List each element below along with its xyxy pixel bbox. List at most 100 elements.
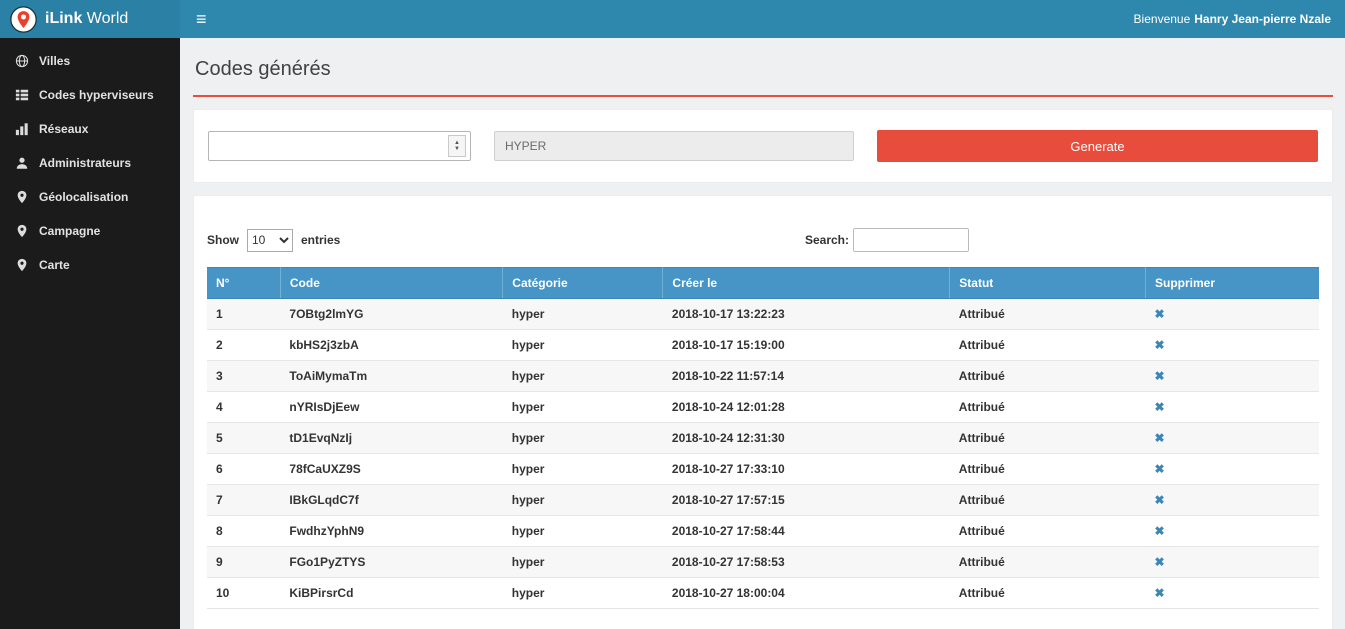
cell-code: kbHS2j3zbA	[280, 330, 502, 361]
cell-num: 10	[207, 578, 280, 609]
sidebar-item-reseaux[interactable]: Réseaux	[0, 112, 180, 146]
table-row: 3ToAiMymaTmhyper2018-10-22 11:57:14Attri…	[207, 361, 1319, 392]
main-content: Codes générés ▲ ▼ Generate Show 10 entri…	[180, 38, 1345, 629]
sidebar-item-geolocalisation[interactable]: Géolocalisation	[0, 180, 180, 214]
user-name[interactable]: Hanry Jean-pierre Nzale	[1194, 12, 1331, 26]
sidebar-item-label: Administrateurs	[39, 156, 131, 170]
cell-delete: ✖	[1146, 578, 1320, 609]
delete-icon[interactable]: ✖	[1155, 369, 1165, 383]
column-header-statut[interactable]: Statut	[950, 268, 1146, 299]
top-bar: iLink World ≡ Bienvenue Hanry Jean-pierr…	[0, 0, 1345, 38]
table-row: 10KiBPirsrCdhyper2018-10-27 18:00:04Attr…	[207, 578, 1319, 609]
sidebar-item-codes-hyperviseurs[interactable]: Codes hyperviseurs	[0, 78, 180, 112]
cell-code: FwdhzYphN9	[280, 516, 502, 547]
cell-status: Attribué	[950, 392, 1146, 423]
table-controls: Show 10 entries Search:	[207, 228, 1319, 252]
sidebar-item-campagne[interactable]: Campagne	[0, 214, 180, 248]
cell-code: tD1EvqNzIj	[280, 423, 502, 454]
cell-num: 6	[207, 454, 280, 485]
sidebar-item-carte[interactable]: Carte	[0, 248, 180, 282]
show-label: Show	[207, 233, 239, 247]
generate-button[interactable]: Generate	[877, 130, 1318, 162]
table-header-row: N° Code Catégorie Créer le Statut Suppri…	[207, 268, 1319, 299]
delete-icon[interactable]: ✖	[1155, 586, 1165, 600]
title-divider	[193, 95, 1333, 97]
welcome-prefix: Bienvenue	[1134, 12, 1191, 26]
cell-status: Attribué	[950, 454, 1146, 485]
sidebar-item-administrateurs[interactable]: Administrateurs	[0, 146, 180, 180]
delete-icon[interactable]: ✖	[1155, 400, 1165, 414]
cell-num: 1	[207, 299, 280, 330]
delete-icon[interactable]: ✖	[1155, 431, 1165, 445]
delete-icon[interactable]: ✖	[1155, 555, 1165, 569]
cell-created: 2018-10-17 13:22:23	[663, 299, 950, 330]
cell-delete: ✖	[1146, 516, 1320, 547]
cell-created: 2018-10-24 12:01:28	[663, 392, 950, 423]
cell-category: hyper	[503, 454, 663, 485]
cell-num: 3	[207, 361, 280, 392]
user-icon	[14, 156, 29, 170]
delete-icon[interactable]: ✖	[1155, 462, 1165, 476]
generator-panel: ▲ ▼ Generate	[193, 109, 1333, 183]
spinner-down-icon[interactable]: ▼	[454, 146, 460, 152]
map-marker-icon	[14, 224, 29, 238]
table-row: 7IBkGLqdC7fhyper2018-10-27 17:57:15Attri…	[207, 485, 1319, 516]
cell-created: 2018-10-17 15:19:00	[663, 330, 950, 361]
delete-icon[interactable]: ✖	[1155, 338, 1165, 352]
map-marker-icon	[14, 258, 29, 272]
cell-delete: ✖	[1146, 423, 1320, 454]
brand-secondary: World	[87, 10, 129, 27]
cell-num: 8	[207, 516, 280, 547]
brand: iLink World	[0, 0, 180, 38]
cell-delete: ✖	[1146, 392, 1320, 423]
cell-delete: ✖	[1146, 485, 1320, 516]
category-input[interactable]	[494, 131, 854, 161]
entries-label: entries	[301, 233, 340, 247]
column-header-supprimer[interactable]: Supprimer	[1146, 268, 1320, 299]
column-header-code[interactable]: Code	[280, 268, 502, 299]
cell-created: 2018-10-27 18:00:04	[663, 578, 950, 609]
sidebar-item-villes[interactable]: Villes	[0, 44, 180, 78]
hamburger-menu-icon[interactable]: ≡	[180, 0, 223, 38]
table-row: 678fCaUXZ9Shyper2018-10-27 17:33:10Attri…	[207, 454, 1319, 485]
column-header-creer-le[interactable]: Créer le	[663, 268, 950, 299]
quantity-input[interactable]: ▲ ▼	[208, 131, 471, 161]
column-header-categorie[interactable]: Catégorie	[503, 268, 663, 299]
table-row: 4nYRIsDjEewhyper2018-10-24 12:01:28Attri…	[207, 392, 1319, 423]
delete-icon[interactable]: ✖	[1155, 524, 1165, 538]
search-area: Search:	[805, 228, 969, 252]
cell-delete: ✖	[1146, 361, 1320, 392]
cell-num: 5	[207, 423, 280, 454]
cell-category: hyper	[503, 361, 663, 392]
delete-icon[interactable]: ✖	[1155, 307, 1165, 321]
sidebar-item-label: Réseaux	[39, 122, 88, 136]
page-length-select[interactable]: 10	[247, 229, 293, 252]
cell-created: 2018-10-27 17:58:44	[663, 516, 950, 547]
spinner-buttons[interactable]: ▲ ▼	[448, 135, 466, 157]
search-input[interactable]	[853, 228, 969, 252]
list-icon	[14, 88, 29, 102]
sidebar-item-label: Codes hyperviseurs	[39, 88, 154, 102]
cell-status: Attribué	[950, 547, 1146, 578]
sidebar-item-label: Carte	[39, 258, 70, 272]
cell-code: IBkGLqdC7f	[280, 485, 502, 516]
cell-created: 2018-10-24 12:31:30	[663, 423, 950, 454]
table-row: 8FwdhzYphN9hyper2018-10-27 17:58:44Attri…	[207, 516, 1319, 547]
cell-status: Attribué	[950, 423, 1146, 454]
cell-created: 2018-10-22 11:57:14	[663, 361, 950, 392]
globe-icon	[14, 54, 29, 68]
table-row: 17OBtg2lmYGhyper2018-10-17 13:22:23Attri…	[207, 299, 1319, 330]
codes-table-body: 17OBtg2lmYGhyper2018-10-17 13:22:23Attri…	[207, 299, 1319, 609]
sidebar: Villes Codes hyperviseurs Réseaux Admini…	[0, 38, 180, 629]
delete-icon[interactable]: ✖	[1155, 493, 1165, 507]
bar-chart-icon	[14, 122, 29, 136]
cell-status: Attribué	[950, 330, 1146, 361]
brand-text: iLink World	[45, 10, 128, 28]
column-header-num[interactable]: N°	[207, 268, 280, 299]
cell-code: 7OBtg2lmYG	[280, 299, 502, 330]
cell-delete: ✖	[1146, 330, 1320, 361]
cell-num: 4	[207, 392, 280, 423]
cell-category: hyper	[503, 423, 663, 454]
sidebar-item-label: Campagne	[39, 224, 100, 238]
cell-code: 78fCaUXZ9S	[280, 454, 502, 485]
